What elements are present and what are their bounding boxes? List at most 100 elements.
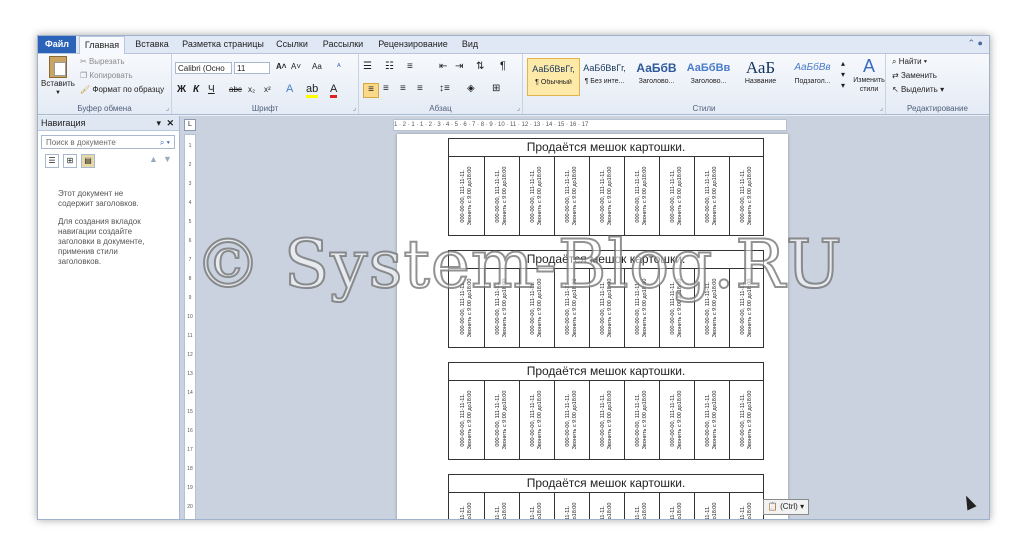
ruler-tick: 14 xyxy=(187,390,193,396)
decrease-indent-icon[interactable]: ⇤ xyxy=(439,61,447,72)
tab-insert[interactable]: Вставка xyxy=(128,36,176,53)
highlight-icon[interactable]: ab xyxy=(306,83,319,98)
clear-format-button[interactable]: ᴬ xyxy=(337,62,341,71)
justify-icon[interactable]: ≡ xyxy=(417,83,423,94)
search-input[interactable]: Поиск в документе ⌕ ▾ xyxy=(41,135,175,149)
document-area[interactable]: L 1 · 2 · 1 · 1 · 2 · 3 · 4 · 5 · 6 · 7 … xyxy=(180,116,989,519)
close-icon[interactable]: ✕ xyxy=(166,116,174,131)
line-spacing-icon[interactable]: ↕≡ xyxy=(439,83,450,94)
vertical-ruler[interactable]: 1 2 3 4 5 6 7 8 9 10 11 12 13 14 15 16 17 18 19 20 xyxy=(184,134,196,519)
chevron-down-icon[interactable]: ▾ xyxy=(156,116,161,131)
tear-off-strip: 000-00-00, 111-11-11.Звонить с 9:00 до18… xyxy=(554,381,590,459)
tab-file[interactable]: Файл xyxy=(38,36,76,53)
tab-references[interactable]: Ссылки xyxy=(270,36,314,53)
tab-home[interactable]: Главная xyxy=(79,36,125,54)
format-painter-button[interactable]: 🖌 Формат по образцу xyxy=(80,85,164,94)
font-name-combo[interactable]: Calibri (Осно xyxy=(175,62,232,74)
subscript-button[interactable]: x₂ xyxy=(248,85,255,94)
dialog-launcher-icon[interactable]: ⌟ xyxy=(880,104,883,112)
ruler-tick: 9 xyxy=(188,295,192,301)
numbering-icon[interactable]: ☷ xyxy=(385,61,394,72)
text-effects-icon[interactable]: A xyxy=(286,83,293,95)
tab-review[interactable]: Рецензирование xyxy=(371,36,455,53)
style-subtitle[interactable]: АаБбВв Подзагол... xyxy=(787,58,838,94)
font-size-combo[interactable]: 11 xyxy=(234,62,270,74)
navigation-header: Навигация ▾ ✕ xyxy=(38,116,179,131)
style-name: ¶ Без инте... xyxy=(584,78,625,85)
strikethrough-button[interactable]: abc xyxy=(229,85,242,94)
tear-off-text: 000-00-00, 111-11-11.Звонить с 9:00 до18… xyxy=(530,495,544,519)
tear-off-text: 000-00-00, 111-11-11.Звонить с 9:00 до18… xyxy=(634,390,648,450)
style-normal[interactable]: АаБбВвГг, ¶ Обычный xyxy=(527,58,580,96)
copy-button[interactable]: ❐ Копировать xyxy=(80,71,132,80)
style-heading1[interactable]: АаБбВ Заголово... xyxy=(631,58,682,94)
styles-scroll[interactable]: ▴ ▾ ▾ xyxy=(841,58,845,91)
paste-options-button[interactable]: 📋 (Ctrl) ▾ xyxy=(763,499,809,515)
show-marks-button[interactable]: ¶ xyxy=(500,60,506,72)
tear-off-text: 000-00-00, 111-11-11.Звонить с 9:00 до18… xyxy=(495,495,509,519)
style-no-spacing[interactable]: АаБбВвГг, ¶ Без инте... xyxy=(579,58,630,94)
tear-off-text: 000-00-00, 111-11-11.Звонить с 9:00 до18… xyxy=(599,166,613,226)
previous-icon[interactable]: ▲ xyxy=(149,154,158,164)
tear-off-text: 000-00-00, 111-11-11.Звонить с 9:00 до18… xyxy=(600,495,614,519)
bold-button[interactable]: Ж xyxy=(177,84,186,95)
headings-tab-icon[interactable]: ☰ xyxy=(45,154,59,168)
search-placeholder: Поиск в документе xyxy=(46,138,116,147)
grow-font-button[interactable]: A˄ xyxy=(276,62,286,71)
find-button[interactable]: ⌕ Найти ▾ xyxy=(892,57,927,67)
style-heading2[interactable]: АаБбВв Заголово... xyxy=(683,58,734,94)
style-title[interactable]: АаБ Название xyxy=(735,58,786,94)
sort-icon[interactable]: ⇅ xyxy=(476,61,484,72)
tear-off-text: 000-00-00, 111-11-11.Звонить с 9:00 до18… xyxy=(494,166,508,226)
tear-off-text: 000-00-00, 111-11-11.Звонить с 9:00 до18… xyxy=(670,495,684,519)
borders-icon[interactable]: ⊞ xyxy=(492,83,500,94)
help-icon[interactable]: ⌃ ● xyxy=(968,38,983,49)
select-button[interactable]: ↖ Выделить ▾ xyxy=(892,85,944,94)
change-case-button[interactable]: Aa xyxy=(312,62,322,71)
dialog-launcher-icon[interactable]: ⌟ xyxy=(166,104,169,112)
ruler-tick: 6 xyxy=(188,238,192,244)
italic-button[interactable]: К xyxy=(193,84,199,95)
style-sample: АаБбВв xyxy=(686,62,731,74)
group-font: Calibri (Осно 11 A˄ A˅ Aa ᴬ Ж К Ч abc x₂… xyxy=(172,54,359,114)
tab-page-layout[interactable]: Разметка страницы xyxy=(178,36,268,53)
superscript-button[interactable]: x² xyxy=(264,85,271,94)
shrink-font-button[interactable]: A˅ xyxy=(291,62,301,71)
horizontal-ruler[interactable]: 1 · 2 · 1 · 1 · 2 · 3 · 4 · 5 · 6 · 7 · … xyxy=(393,119,787,131)
document-page[interactable]: Продаётся мешок картошки. 000-00-00, 111-… xyxy=(397,134,788,519)
tear-off-strip: 000-00-00, 111-11-11.Звонить с 9:00 до18… xyxy=(484,493,520,519)
dialog-launcher-icon[interactable]: ⌟ xyxy=(517,104,520,112)
next-icon[interactable]: ▼ xyxy=(163,154,172,164)
align-right-icon[interactable]: ≡ xyxy=(400,83,406,94)
clipboard-icon xyxy=(49,56,67,78)
group-styles: АаБбВвГг, ¶ Обычный АаБбВвГг, ¶ Без инте… xyxy=(523,54,886,114)
replace-button[interactable]: ⇄ Заменить xyxy=(892,71,937,80)
styles-group-label: Стили xyxy=(692,104,716,113)
change-styles-button[interactable]: A Изменить стили xyxy=(852,56,886,94)
tab-mailings[interactable]: Рассылки xyxy=(318,36,368,53)
align-center-icon[interactable]: ≡ xyxy=(383,83,389,94)
search-icon[interactable]: ⌕ ▾ xyxy=(160,136,170,150)
font-color-icon[interactable]: A xyxy=(330,83,338,98)
increase-indent-icon[interactable]: ⇥ xyxy=(455,61,463,72)
flyer: Продаётся мешок картошки. 000-00-00, 111-… xyxy=(448,474,764,519)
binoculars-icon: ⌕ xyxy=(892,57,897,66)
align-left-icon[interactable]: ≡ xyxy=(363,83,379,98)
paste-label: Вставить xyxy=(41,79,75,88)
group-clipboard: Вставить ▼ ✂ Вырезать ❐ Копировать 🖌 Фор… xyxy=(38,54,172,114)
paste-button[interactable]: Вставить ▼ xyxy=(41,56,75,96)
cut-button[interactable]: ✂ Вырезать xyxy=(80,57,125,66)
shading-icon[interactable]: ◈ xyxy=(467,83,475,94)
tear-off-strip: 000-00-00, 111-11-11.Звонить с 9:00 до18… xyxy=(659,157,695,235)
bullets-icon[interactable]: ☰ xyxy=(363,61,372,72)
tab-selector-icon[interactable]: L xyxy=(184,119,196,131)
pages-tab-icon[interactable]: ⊞ xyxy=(63,154,77,168)
dialog-launcher-icon[interactable]: ⌟ xyxy=(353,104,356,112)
underline-button[interactable]: Ч xyxy=(208,84,215,95)
tear-off-strip: 000-00-00, 111-11-11.Звонить с 9:00 до18… xyxy=(484,157,520,235)
multilevel-list-icon[interactable]: ≡ xyxy=(407,61,413,72)
results-tab-icon[interactable]: ▤ xyxy=(81,154,95,168)
tear-off-text: 000-00-00, 111-11-11.Звонить с 9:00 до18… xyxy=(459,166,473,226)
tab-view[interactable]: Вид xyxy=(457,36,483,53)
editing-group-label: Редактирование xyxy=(907,104,968,113)
